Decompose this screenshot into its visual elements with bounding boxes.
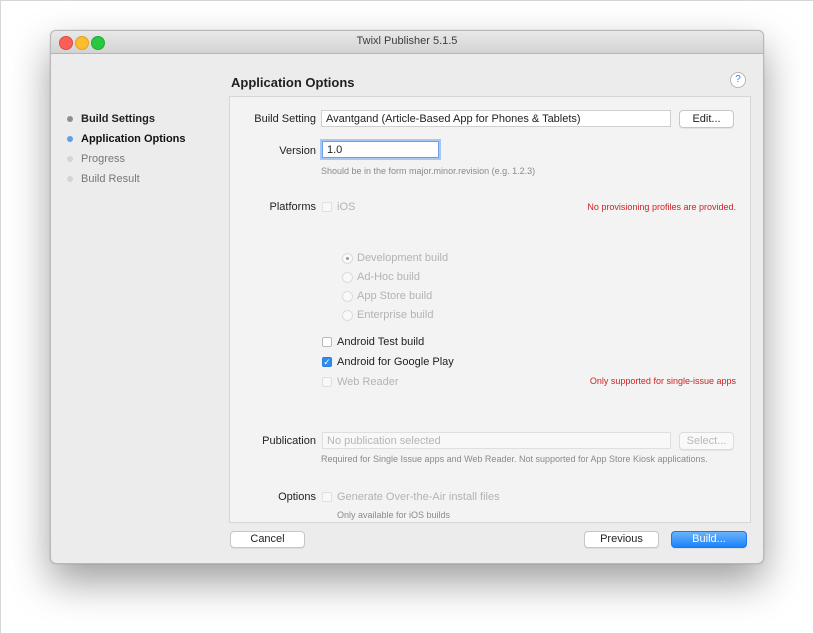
publication-hint: Required for Single Issue apps and Web R… <box>321 454 708 464</box>
development-build-radio[interactable] <box>342 253 353 264</box>
step-label: Build Settings <box>81 113 155 125</box>
publication-label: Publication <box>262 435 316 447</box>
options-label: Options <box>278 491 316 503</box>
build-button[interactable]: Build... <box>671 531 747 548</box>
step-dot-icon <box>67 176 73 182</box>
publication-field[interactable]: No publication selected <box>322 432 671 449</box>
ota-checkbox[interactable] <box>322 492 332 502</box>
step-label: Build Result <box>81 173 140 185</box>
adhoc-build-label: Ad-Hoc build <box>357 271 420 283</box>
ios-checkbox[interactable] <box>322 202 332 212</box>
step-dot-icon <box>67 156 73 162</box>
edit-build-setting-button[interactable]: Edit... <box>679 110 734 128</box>
app-store-build-radio[interactable] <box>342 291 353 302</box>
build-setting-field: Avantgand (Article-Based App for Phones … <box>321 110 671 127</box>
step-build-settings: Build Settings <box>67 109 186 129</box>
publisher-window: Twixl Publisher 5.1.5 Build Settings App… <box>50 30 764 564</box>
wizard-steps: Build Settings Application Options Progr… <box>67 109 186 189</box>
build-setting-label: Build Setting <box>254 113 316 125</box>
android-play-checkbox[interactable]: ✓ <box>322 357 332 367</box>
options-panel: Build Setting Avantgand (Article-Based A… <box>229 96 751 523</box>
version-label: Version <box>279 145 316 157</box>
select-publication-button[interactable]: Select... <box>679 432 734 450</box>
help-button[interactable]: ? <box>730 72 746 88</box>
enterprise-build-label: Enterprise build <box>357 309 434 321</box>
step-label: Progress <box>81 153 126 165</box>
previous-button[interactable]: Previous <box>584 531 659 548</box>
android-test-checkbox[interactable] <box>322 337 332 347</box>
web-reader-warning: Only supported for single-issue apps <box>589 376 736 386</box>
web-reader-checkbox[interactable] <box>322 377 332 387</box>
version-hint: Should be in the form major.minor.revisi… <box>321 166 536 176</box>
step-dot-icon <box>67 116 73 122</box>
window-title: Twixl Publisher 5.1.5 <box>356 35 458 47</box>
app-store-build-label: App Store build <box>357 290 433 302</box>
ota-hint: Only available for iOS builds <box>337 510 451 520</box>
ios-warning: No provisioning profiles are provided. <box>587 202 736 212</box>
adhoc-build-radio[interactable] <box>342 272 353 283</box>
web-reader-label: Web Reader <box>337 376 399 388</box>
step-build-result: Build Result <box>67 169 186 189</box>
android-test-label: Android Test build <box>337 336 425 348</box>
page-title: Application Options <box>231 75 355 90</box>
development-build-label: Development build <box>357 252 449 264</box>
step-dot-icon <box>67 136 73 142</box>
enterprise-build-radio[interactable] <box>342 310 353 321</box>
step-progress: Progress <box>67 149 186 169</box>
ota-label: Generate Over-the-Air install files <box>337 491 500 503</box>
platforms-label: Platforms <box>269 201 316 213</box>
step-label: Application Options <box>81 133 186 145</box>
radio-selected-dot <box>346 257 349 260</box>
title-bar: Twixl Publisher 5.1.5 <box>51 31 763 54</box>
ios-label: iOS <box>337 201 356 213</box>
cancel-button[interactable]: Cancel <box>230 531 305 548</box>
version-input[interactable]: 1.0 <box>322 141 439 158</box>
step-application-options: Application Options <box>67 129 186 149</box>
android-play-label: Android for Google Play <box>337 356 454 368</box>
